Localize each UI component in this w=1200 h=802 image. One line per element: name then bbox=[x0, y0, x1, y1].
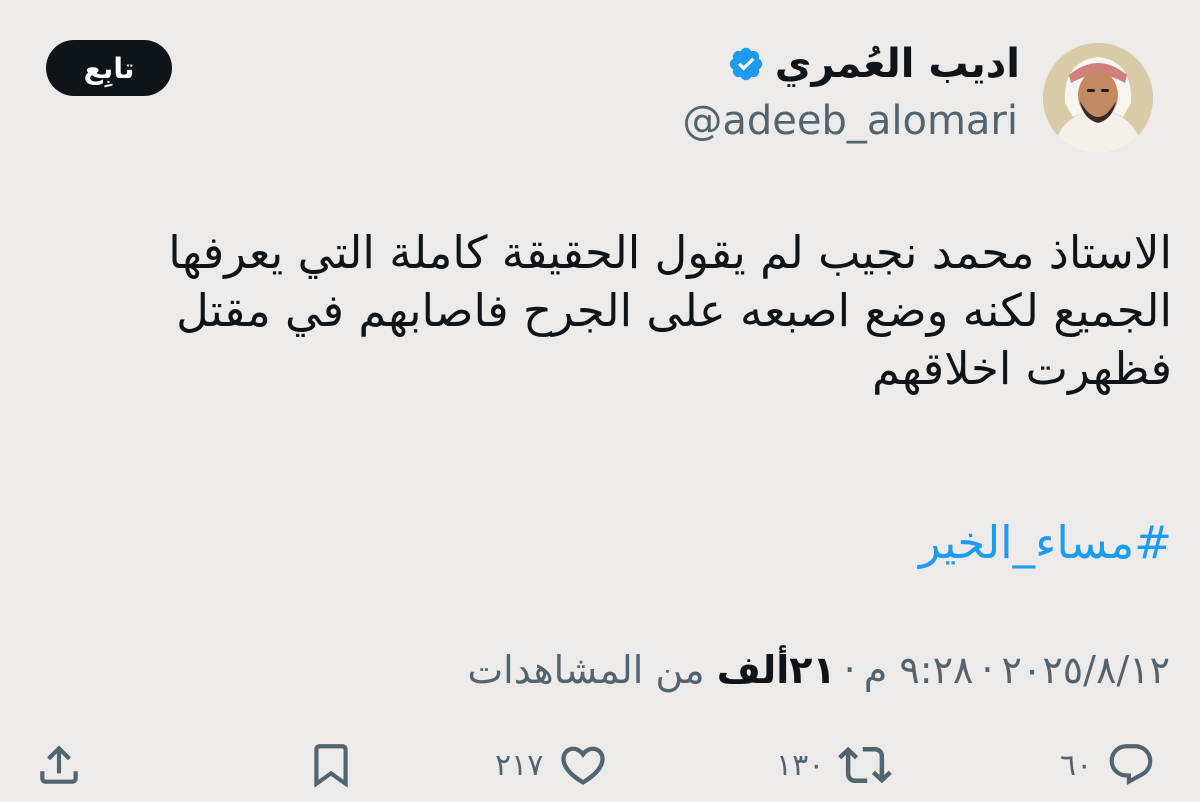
tweet-text-line: فظهرت اخلاقهم bbox=[871, 342, 1172, 395]
tweet-text-line: الجميع لكنه وضع اصبعه على الجرح فاصابهم … bbox=[176, 284, 1172, 337]
meta-separator: · bbox=[843, 648, 856, 692]
tweet-meta: ٢٠٢٥/٨/١٢·٩:٢٨ م·٢١ألف من المشاهدات bbox=[467, 645, 1170, 695]
heart-icon bbox=[561, 746, 606, 785]
tweet-time[interactable]: ٩:٢٨ م bbox=[864, 648, 974, 692]
tweet-text: الاستاذ محمد نجيب لم يقول الحقيقة كاملة … bbox=[92, 224, 1172, 398]
tweet-text-line: الاستاذ محمد نجيب لم يقول الحقيقة كاملة … bbox=[168, 226, 1172, 279]
follow-button[interactable]: تابِع bbox=[46, 40, 172, 96]
verified-badge-icon bbox=[727, 45, 765, 83]
action-bar: ٦٠ ١٣٠ ٢١٧ bbox=[0, 730, 1200, 800]
reply-count: ٦٠ bbox=[1060, 747, 1093, 783]
bookmark-icon bbox=[314, 744, 348, 788]
views-count: ٢١ألف bbox=[716, 648, 836, 692]
author-display-name[interactable]: اديب العُمري bbox=[775, 36, 1020, 92]
hashtag-link[interactable]: #مساء_الخير bbox=[919, 514, 1172, 572]
author-handle[interactable]: @adeeb_alomari bbox=[682, 93, 1018, 149]
repost-button[interactable]: ١٣٠ bbox=[776, 730, 893, 800]
reply-button[interactable]: ٦٠ bbox=[1060, 730, 1156, 800]
tweet-date[interactable]: ٢٠٢٥/٨/١٢ bbox=[1002, 648, 1170, 692]
views-label: من المشاهدات bbox=[467, 648, 705, 692]
avatar[interactable] bbox=[1043, 43, 1153, 153]
share-icon bbox=[40, 745, 78, 784]
like-button[interactable]: ٢١٧ bbox=[495, 730, 609, 800]
reply-icon bbox=[1109, 744, 1153, 786]
share-button[interactable] bbox=[34, 730, 84, 800]
like-count: ٢١٧ bbox=[495, 747, 544, 783]
bookmark-button[interactable] bbox=[306, 730, 356, 800]
repost-count: ١٣٠ bbox=[776, 747, 825, 783]
author-name-row[interactable]: اديب العُمري bbox=[727, 36, 1020, 92]
repost-icon bbox=[838, 746, 893, 784]
meta-separator: · bbox=[981, 648, 994, 692]
avatar-image bbox=[1043, 43, 1153, 153]
